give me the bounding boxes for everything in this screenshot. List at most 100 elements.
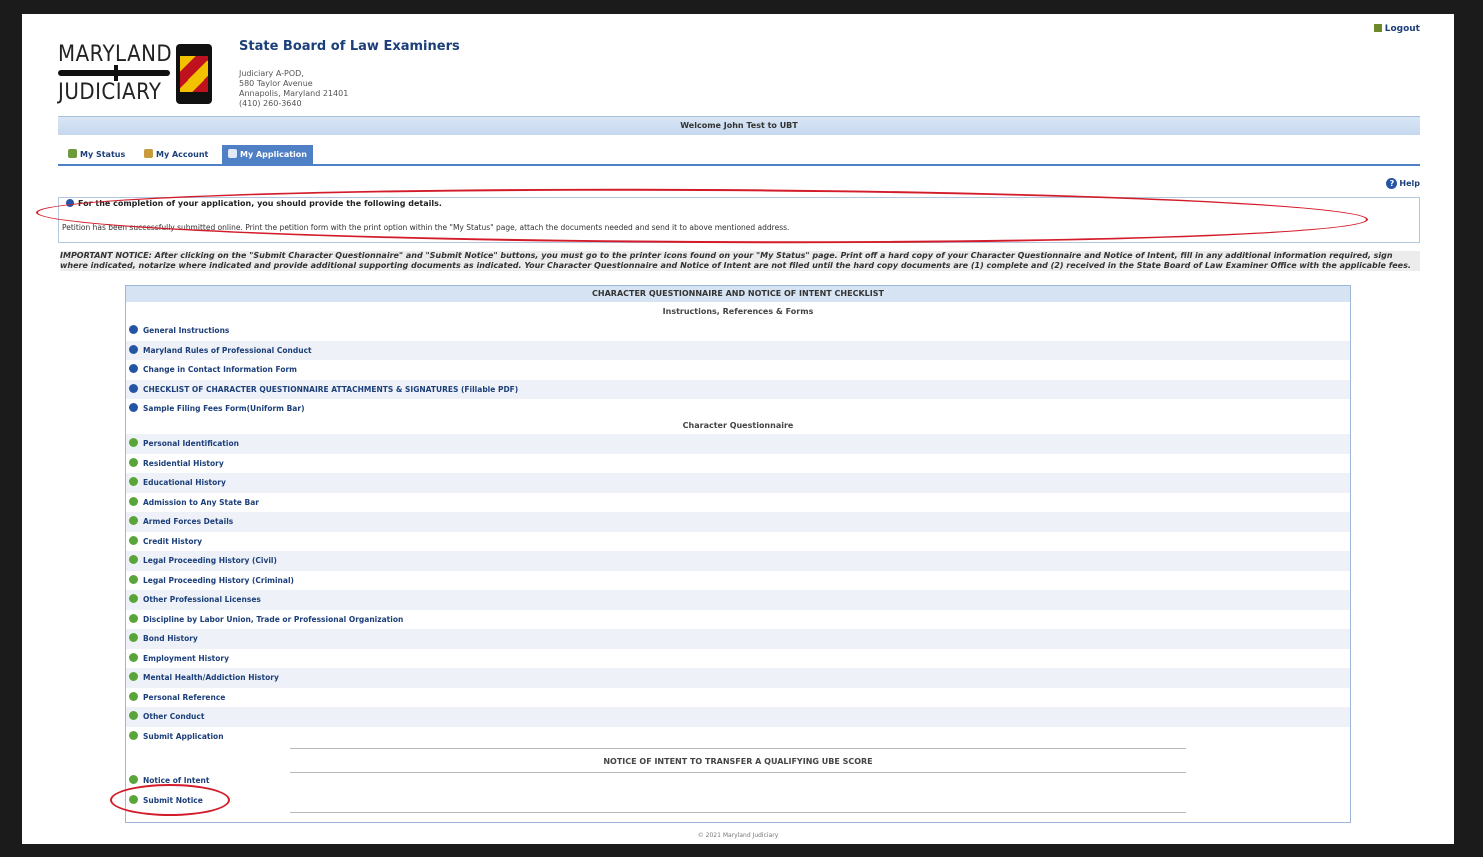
check-icon — [129, 477, 138, 486]
board-title: State Board of Law Examiners — [239, 39, 460, 54]
check-icon — [129, 652, 138, 662]
help-label: Help — [1399, 179, 1420, 188]
questionnaire-item[interactable]: Mental Health/Addiction History — [126, 668, 1350, 688]
instruction-link[interactable]: CHECKLIST OF CHARACTER QUESTIONNAIRE ATT… — [126, 379, 1350, 399]
important-notice: IMPORTANT NOTICE: After clicking on the … — [60, 251, 1420, 271]
item-label: Legal Proceeding History (Criminal) — [143, 575, 294, 585]
submit-notice-item[interactable]: Submit Notice — [126, 791, 1350, 811]
check-icon — [129, 711, 138, 720]
instruction-link[interactable]: Sample Filing Fees Form(Uniform Bar) — [126, 399, 1350, 419]
check-icon — [129, 633, 138, 642]
address-line: Judiciary A-POD, — [239, 69, 304, 78]
link-label: Sample Filing Fees Form(Uniform Bar) — [143, 404, 305, 413]
item-label: Legal Proceeding History (Civil) — [143, 556, 277, 565]
application-icon — [228, 149, 237, 158]
questionnaire-item[interactable]: Bond History — [126, 629, 1350, 649]
check-icon — [129, 516, 138, 525]
tab-label: My Account — [156, 150, 209, 159]
item-label: Mental Health/Addiction History — [143, 673, 279, 682]
maryland-flag-icon — [176, 44, 212, 104]
check-icon — [129, 672, 138, 681]
logout-icon — [1373, 24, 1382, 32]
item-label: Credit History — [143, 536, 203, 546]
notice-of-intent-item[interactable]: Notice of Intent — [126, 771, 1350, 791]
info-icon — [129, 344, 138, 354]
questionnaire-item[interactable]: Personal Reference — [126, 688, 1350, 708]
item-label: Admission to Any State Bar — [143, 497, 259, 507]
instruction-link[interactable]: Maryland Rules of Professional Conduct — [126, 340, 1350, 360]
tab-my-status[interactable]: My Status — [62, 145, 131, 164]
item-label: Other Professional Licenses — [143, 595, 261, 604]
gavel-icon — [58, 65, 170, 81]
info-icon — [129, 325, 138, 334]
link-label: Maryland Rules of Professional Conduct — [143, 345, 312, 355]
questionnaire-item[interactable]: Admission to Any State Bar — [126, 493, 1350, 513]
item-label: Employment History — [143, 653, 229, 663]
check-icon — [129, 457, 138, 467]
check-icon — [129, 496, 138, 506]
notice-header: NOTICE OF INTENT TO TRANSFER A QUALIFYIN… — [603, 757, 873, 766]
check-icon — [129, 594, 138, 603]
welcome-bar: Welcome John Test to UBT — [58, 116, 1420, 135]
logout-label: Logout — [1384, 24, 1420, 34]
item-label: Residential History — [143, 458, 224, 468]
checklist-panel: CHARACTER QUESTIONNAIRE AND NOTICE OF IN… — [125, 285, 1351, 823]
check-icon — [129, 574, 138, 584]
instruction-link[interactable]: General Instructions — [126, 321, 1350, 341]
address-line: 580 Taylor Avenue — [239, 79, 313, 88]
checklist-title: CHARACTER QUESTIONNAIRE AND NOTICE OF IN… — [126, 285, 1350, 302]
questionnaire-item[interactable]: Employment History — [126, 649, 1350, 669]
item-label: Other Conduct — [143, 712, 205, 721]
address-line: (410) 260-3640 — [239, 99, 302, 108]
logo-line-1: MARYLAND — [58, 42, 173, 67]
check-icon — [129, 438, 138, 447]
info-icon — [129, 383, 138, 393]
instruction-link[interactable]: Change in Contact Information Form — [126, 360, 1350, 380]
questionnaire-item[interactable]: Credit History — [126, 532, 1350, 552]
questionnaire-item[interactable]: Educational History — [126, 473, 1350, 493]
check-icon — [129, 555, 138, 564]
help-icon: ? — [1386, 178, 1398, 189]
help-link[interactable]: ? Help — [1386, 178, 1420, 189]
tab-my-application[interactable]: My Application — [222, 145, 313, 164]
item-label: Educational History — [143, 478, 226, 487]
questionnaire-item[interactable]: Other Professional Licenses — [126, 590, 1350, 610]
check-icon — [129, 535, 138, 545]
submit-application-item[interactable]: Submit Application — [126, 727, 1350, 747]
info-icon — [129, 364, 138, 373]
check-icon — [129, 730, 138, 740]
tab-label: My Status — [80, 150, 126, 159]
board-address: Judiciary A-POD, 580 Taylor Avenue Annap… — [239, 69, 348, 109]
account-icon — [144, 149, 153, 158]
link-label: Change in Contact Information Form — [143, 365, 297, 374]
questionnaire-item[interactable]: Discipline by Labor Union, Trade or Prof… — [126, 610, 1350, 630]
questionnaire-item[interactable]: Other Conduct — [126, 707, 1350, 727]
questionnaire-item[interactable]: Legal Proceeding History (Civil) — [126, 551, 1350, 571]
tab-my-account[interactable]: My Account — [138, 145, 214, 164]
logout-link[interactable]: Logout — [1373, 24, 1420, 34]
maryland-judiciary-logo: MARYLAND JUDICIARY — [58, 40, 218, 110]
application-page: MARYLAND JUDICIARY State Board of Law Ex… — [22, 14, 1454, 844]
link-label: CHECKLIST OF CHARACTER QUESTIONNAIRE ATT… — [143, 384, 519, 394]
footer: © 2021 Maryland Judiciary — [697, 832, 779, 839]
item-label: Personal Identification — [143, 439, 239, 448]
check-icon — [129, 691, 138, 701]
questionnaire-item[interactable]: Legal Proceeding History (Criminal) — [126, 571, 1350, 591]
questionnaire-item[interactable]: Residential History — [126, 454, 1350, 474]
item-label: Armed Forces Details — [143, 517, 234, 526]
instructions-header: Instructions, References & Forms — [662, 307, 814, 316]
tab-bar: My Status My Account My Application — [58, 144, 1420, 166]
logo-line-2: JUDICIARY — [58, 80, 162, 105]
divider — [290, 748, 1186, 749]
link-label: General Instructions — [143, 326, 230, 335]
questionnaire-header: Character Questionnaire — [682, 421, 794, 430]
check-icon — [129, 613, 138, 623]
annotation-oval-submit-notice — [110, 784, 230, 816]
item-label: Discipline by Labor Union, Trade or Prof… — [143, 614, 404, 624]
status-icon — [68, 149, 77, 158]
item-label: Personal Reference — [143, 692, 226, 702]
info-icon — [129, 403, 138, 412]
item-label: Bond History — [143, 634, 198, 643]
questionnaire-item[interactable]: Personal Identification — [126, 434, 1350, 454]
questionnaire-item[interactable]: Armed Forces Details — [126, 512, 1350, 532]
